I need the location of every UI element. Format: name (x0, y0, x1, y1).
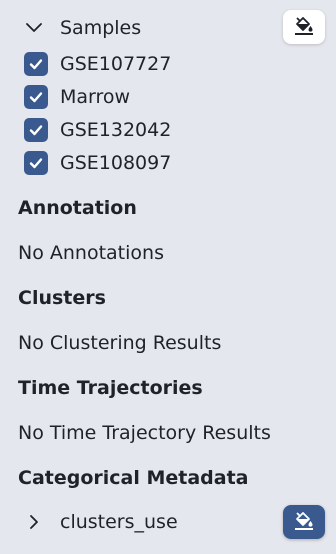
sample-row[interactable]: Marrow (24, 81, 304, 114)
annotation-empty-text: No Annotations (18, 242, 164, 264)
chevron-down-icon[interactable] (24, 20, 44, 36)
clusters-title: Clusters (18, 287, 106, 309)
sample-label: GSE108097 (60, 152, 172, 174)
sample-list: GSE107727 Marrow GSE132042 GSE108097 (24, 48, 304, 180)
sample-checkbox[interactable] (24, 85, 48, 109)
categorical-metadata-title: Categorical Metadata (18, 467, 249, 489)
paint-bucket-icon (293, 14, 315, 40)
sample-label: Marrow (60, 86, 131, 108)
sample-row[interactable]: GSE108097 (24, 147, 304, 180)
time-trajectories-empty-text: No Time Trajectory Results (18, 422, 271, 444)
categorical-metadata-item[interactable]: clusters_use (18, 506, 328, 540)
check-icon (29, 92, 43, 103)
sample-checkbox[interactable] (24, 151, 48, 175)
paint-bucket-icon (293, 509, 315, 535)
sample-checkbox[interactable] (24, 118, 48, 142)
chevron-right-icon[interactable] (28, 514, 40, 534)
time-trajectories-title: Time Trajectories (18, 377, 203, 399)
sample-label: GSE107727 (60, 53, 172, 75)
check-icon (29, 158, 43, 169)
side-panel: Samples GSE107727 Marrow GSE132042 GSE10… (0, 0, 336, 554)
sample-checkbox[interactable] (24, 52, 48, 76)
clusters-use-color-button[interactable] (283, 505, 325, 539)
sample-row[interactable]: GSE107727 (24, 48, 304, 81)
check-icon (29, 125, 43, 136)
sample-label: GSE132042 (60, 119, 172, 141)
samples-color-button[interactable] (283, 10, 325, 44)
categorical-metadata-label: clusters_use (60, 511, 178, 533)
clusters-empty-text: No Clustering Results (18, 332, 222, 354)
samples-label: Samples (60, 17, 142, 39)
sample-row[interactable]: GSE132042 (24, 114, 304, 147)
check-icon (29, 59, 43, 70)
samples-header[interactable]: Samples (18, 14, 328, 44)
annotation-title: Annotation (18, 197, 137, 219)
